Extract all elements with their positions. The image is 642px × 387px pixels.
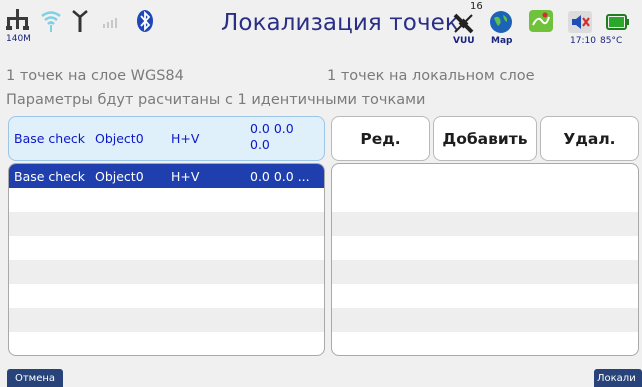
table-row[interactable]: Base check Object0 H+V 0.0 0.0 ... (9, 164, 324, 188)
local-points-list[interactable] (331, 163, 639, 356)
battery-icon (606, 14, 629, 30)
summary-type: H+V (171, 131, 200, 146)
source-label: VUU (453, 36, 475, 46)
local-count-label: 1 точек на локальном слое (327, 68, 535, 84)
wgs84-points-list[interactable]: Base check Object0 H+V 0.0 0.0 ... (8, 163, 325, 356)
antenna-icon (72, 10, 88, 32)
map-label: Map (491, 36, 513, 46)
summary-name: Base check (14, 131, 86, 146)
selected-point-summary[interactable]: Base check Object0 H+V 0.0 0.0 0.0 (8, 116, 325, 161)
summary-value-line1: 0.0 0.0 (250, 121, 294, 136)
empty-row (332, 308, 638, 332)
row-object: Object0 (95, 169, 144, 184)
empty-row (332, 212, 638, 236)
status-bar: 140M Локализация точек 16 VUU Map 17:10 … (0, 0, 642, 58)
empty-row (332, 260, 638, 284)
summary-value-line2: 0.0 (250, 137, 270, 152)
localize-button[interactable]: Локали (594, 369, 642, 387)
satellite-icon (453, 13, 474, 34)
map-globe-icon (490, 11, 512, 33)
satellite-count: 16 (470, 1, 483, 12)
memory-label: 140M (6, 34, 31, 44)
map-app-icon (529, 10, 553, 32)
summary-object: Object0 (95, 131, 144, 146)
signal-bars-icon (103, 18, 117, 28)
wgs84-count-label: 1 точек на слое WGS84 (6, 68, 184, 84)
empty-row (9, 308, 324, 332)
network-icon (6, 9, 29, 30)
speaker-muted-icon (568, 11, 592, 33)
parameters-note: Параметры бдут расчитаны с 1 идентичными… (6, 92, 426, 108)
delete-button[interactable]: Удал. (540, 116, 639, 161)
temperature: 85°C (600, 36, 623, 46)
cancel-button[interactable]: Отмена (7, 369, 63, 387)
row-value: 0.0 0.0 ... (250, 169, 310, 184)
empty-row (9, 212, 324, 236)
bluetooth-icon (137, 10, 153, 32)
row-type: H+V (171, 169, 200, 184)
wifi-icon (41, 11, 61, 32)
clock: 17:10 (570, 36, 596, 46)
row-name: Base check (14, 169, 86, 184)
empty-row (9, 260, 324, 284)
edit-button[interactable]: Ред. (331, 116, 430, 161)
add-button[interactable]: Добавить (433, 116, 537, 161)
page-title: Локализация точек (221, 10, 459, 36)
